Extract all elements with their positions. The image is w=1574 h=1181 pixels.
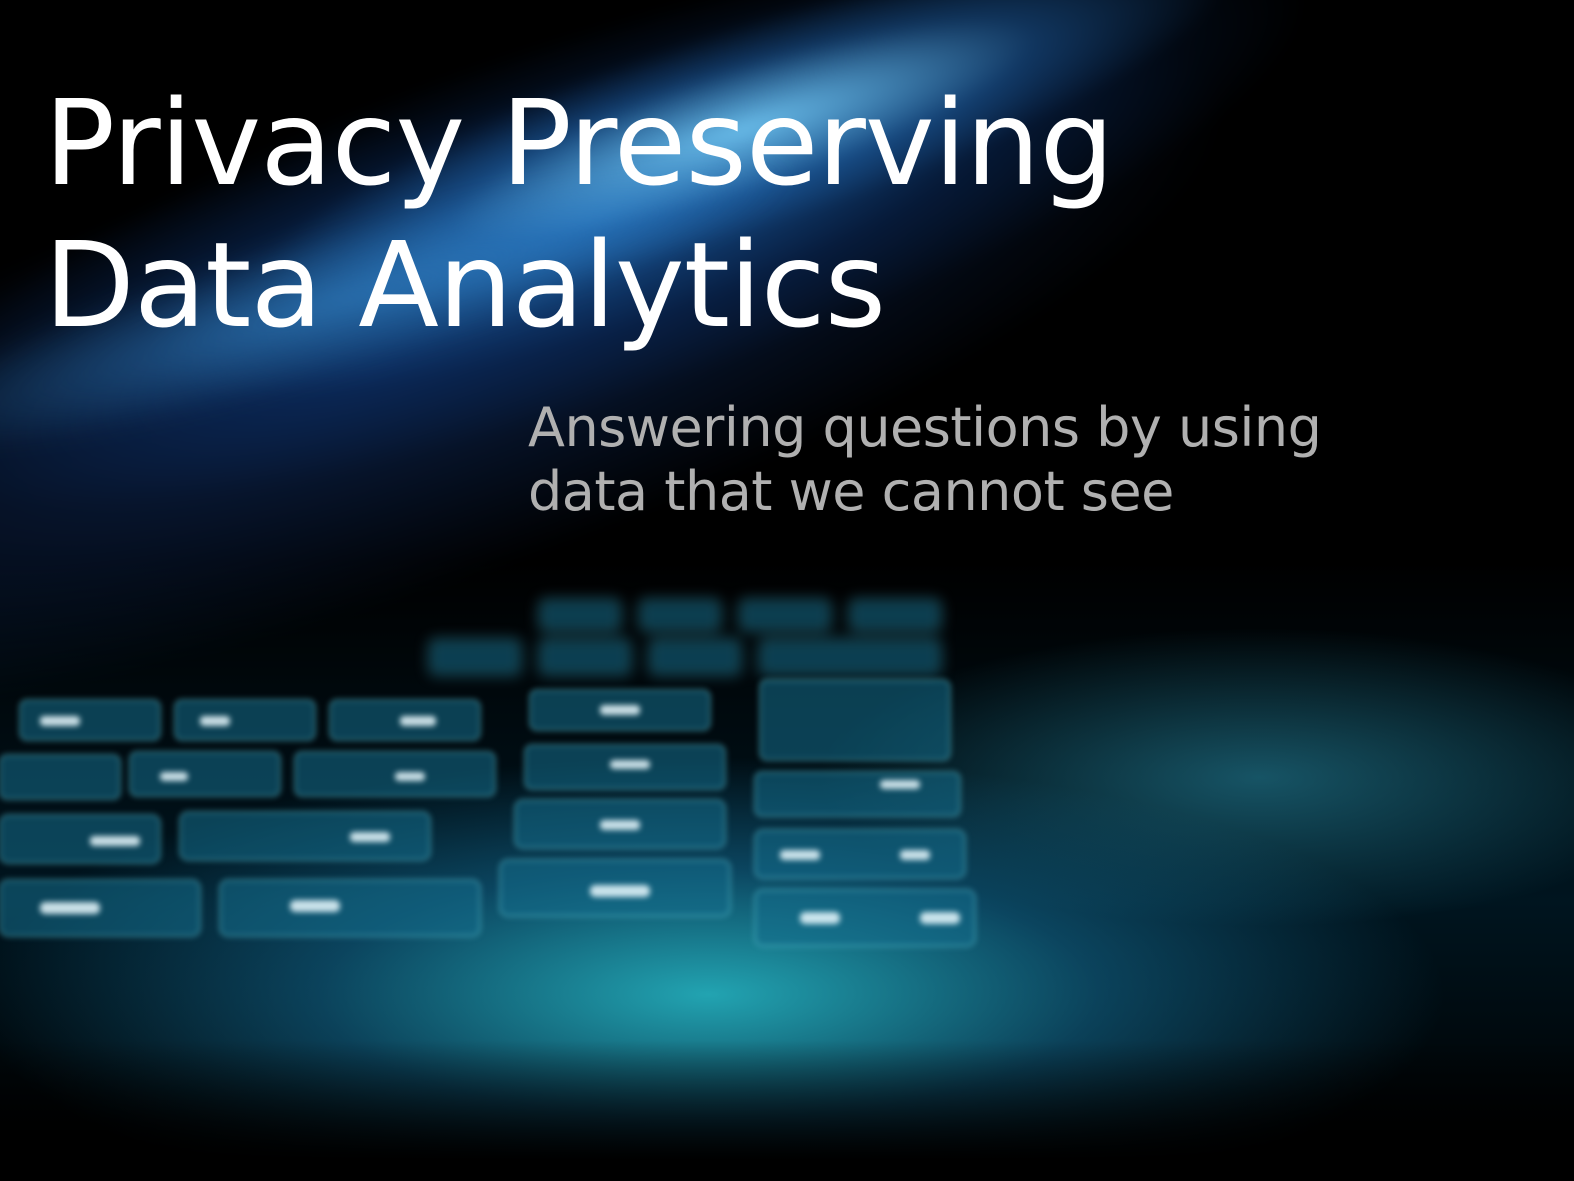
slide-subtitle-line-1: Answering questions by using xyxy=(528,396,1322,459)
background-bottom-fade xyxy=(0,1040,1574,1181)
slide-title: Privacy Preserving Data Analytics xyxy=(44,72,1114,356)
slide-subtitle: Answering questions by using data that w… xyxy=(528,396,1322,524)
slide: Privacy Preserving Data Analytics Answer… xyxy=(0,0,1574,1181)
slide-title-line-1: Privacy Preserving xyxy=(44,74,1114,212)
slide-subtitle-line-2: data that we cannot see xyxy=(528,460,1174,523)
slide-title-line-2: Data Analytics xyxy=(44,216,886,354)
